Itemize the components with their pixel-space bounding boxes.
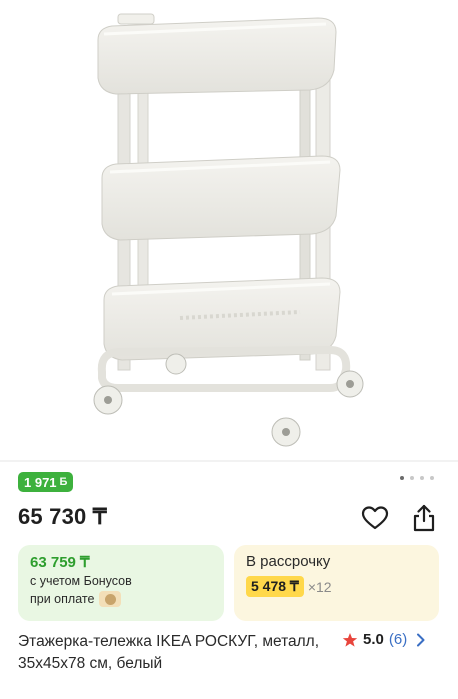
bonus-badge: 1 971 Б (18, 472, 74, 492)
installment-multiplier: ×12 (307, 578, 332, 595)
pagination-dot[interactable] (410, 476, 414, 480)
installment-amount: 5 478 ₸ (246, 576, 304, 597)
heart-icon[interactable] (361, 505, 389, 531)
installment-card[interactable]: В рассрочку 5 478 ₸ ×12 (234, 545, 439, 621)
chevron-right-icon[interactable] (416, 633, 426, 647)
bonus-symbol: Б (59, 476, 68, 488)
pagination-dot[interactable] (430, 476, 434, 480)
star-icon (342, 632, 358, 647)
section-divider (0, 460, 458, 462)
bonus-price-card[interactable]: 63 759 ₸ с учетом Бонусов при оплате (18, 545, 224, 621)
rolling-cart-image (93, 13, 364, 447)
gallery-pagination (400, 476, 434, 480)
share-icon[interactable] (410, 503, 438, 533)
bonus-price: 63 759 ₸ (30, 554, 90, 571)
pagination-dot[interactable] (420, 476, 424, 480)
bonus-badge-value: 1 971 (24, 474, 57, 490)
rating-score: 5.0 (363, 631, 384, 648)
payment-method-icon (99, 591, 122, 607)
review-count[interactable]: (6) (389, 631, 407, 648)
product-title: Этажерка-тележка IKEA РОСКУГ, металл, 35… (18, 633, 320, 672)
bonus-note-line2: при оплате (30, 591, 212, 607)
product-price: 65 730 ₸ (18, 504, 107, 529)
pagination-dot[interactable] (400, 476, 404, 480)
product-rating[interactable]: 5.0 (6) (342, 631, 426, 648)
installment-title: В рассрочку (246, 553, 331, 570)
bonus-note-line1: с учетом Бонусов (30, 574, 132, 588)
product-image-gallery[interactable] (0, 0, 458, 460)
